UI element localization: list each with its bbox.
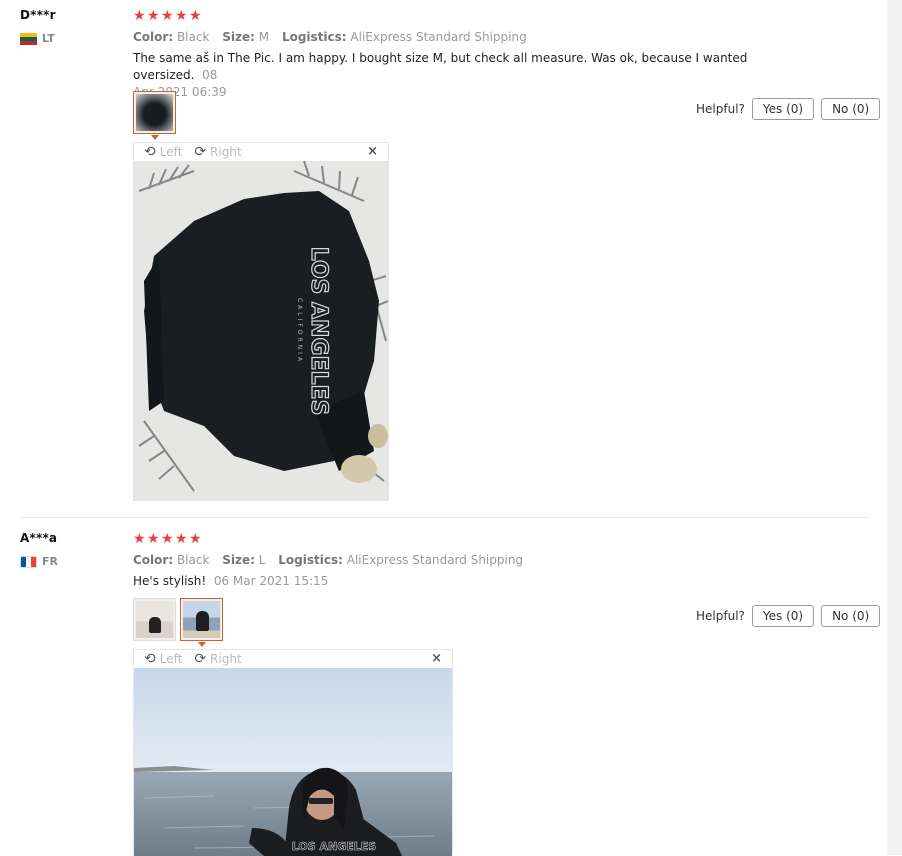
color-value: Black: [176, 30, 210, 44]
photo-thumbnails: [133, 598, 223, 647]
sku-info: Color: Black Size: L Logistics: AliExpre…: [133, 553, 523, 567]
color-label: Color:: [133, 553, 174, 567]
size-value: M: [258, 30, 270, 44]
size-value: L: [258, 553, 266, 567]
viewer-toolbar: ⟲ Left ⟳ Right ×: [134, 143, 388, 161]
star-icon: ★: [175, 8, 188, 24]
rotate-right-icon: ⟳: [194, 651, 207, 667]
star-icon: ★: [133, 531, 146, 547]
star-icon: ★: [161, 531, 174, 547]
photo-print-text: LOS ANGELES: [292, 840, 377, 853]
rotate-right-icon: ⟳: [194, 144, 207, 160]
helpful-yes-button[interactable]: Yes (0): [751, 98, 815, 120]
photo-print-subtext: CALIFORNIA: [296, 298, 303, 364]
star-rating: ★ ★ ★ ★ ★: [133, 532, 202, 546]
reviewer-name: D***r: [20, 8, 56, 22]
star-rating: ★ ★ ★ ★ ★: [133, 9, 202, 23]
review-content: He's stylish! 06 Mar 2021 15:15: [133, 573, 773, 590]
rotate-right-button[interactable]: ⟳ Right: [194, 652, 241, 666]
logistics-value: AliExpress Standard Shipping: [350, 30, 527, 44]
photo-viewer: ⟲ Left ⟳ Right ×: [133, 649, 453, 856]
review-body: The same aš in The Pic. I am happy. I bo…: [133, 51, 748, 82]
rotate-right-button[interactable]: ⟳ Right: [194, 145, 241, 159]
reviewer-country: FR: [20, 555, 58, 568]
helpful-no-button[interactable]: No (0): [821, 605, 881, 627]
rotate-left-button[interactable]: ⟲ Left: [144, 652, 182, 666]
viewer-toolbar: ⟲ Left ⟳ Right ×: [134, 650, 452, 668]
review-content: The same aš in The Pic. I am happy. I bo…: [133, 50, 773, 101]
photo-print-text: LOS ANGELES: [306, 247, 331, 416]
review-body: He's stylish!: [133, 574, 207, 588]
logistics-label: Logistics:: [278, 553, 343, 567]
photo-thumbnails: [133, 91, 176, 140]
photo-thumbnail[interactable]: [133, 91, 176, 140]
logistics-label: Logistics:: [281, 30, 347, 44]
photo-thumbnail[interactable]: [180, 598, 223, 647]
star-icon: ★: [147, 8, 160, 24]
review-date-day: 08: [202, 68, 218, 82]
review-divider: [20, 517, 870, 518]
flag-fr-icon: [20, 555, 37, 568]
rotate-left-icon: ⟲: [144, 144, 156, 160]
reviewer-name: A***a: [20, 531, 58, 545]
review-photo[interactable]: LOS ANGELES CALIFORNIA: [134, 161, 388, 500]
reviewer-country: LT: [20, 32, 55, 45]
logistics-value: AliExpress Standard Shipping: [346, 553, 524, 567]
reviews-page: D***r LT ★ ★ ★ ★ ★ Color: Black Size: M …: [0, 0, 887, 856]
helpful-label: Helpful?: [696, 102, 745, 116]
photo-thumbnail[interactable]: [133, 598, 176, 641]
helpful-yes-button[interactable]: Yes (0): [751, 605, 815, 627]
scrollbar-track[interactable]: [887, 0, 902, 855]
size-label: Size:: [222, 553, 255, 567]
close-icon[interactable]: ×: [367, 144, 378, 159]
star-icon: ★: [189, 531, 202, 547]
country-code: LT: [42, 32, 55, 45]
review-date: 06 Mar 2021 15:15: [213, 574, 329, 588]
size-label: Size:: [222, 30, 255, 44]
star-icon: ★: [133, 8, 146, 24]
flag-lt-icon: [20, 32, 37, 45]
sku-info: Color: Black Size: M Logistics: AliExpre…: [133, 30, 527, 44]
country-code: FR: [42, 555, 58, 568]
star-icon: ★: [175, 531, 188, 547]
star-icon: ★: [161, 8, 174, 24]
close-icon[interactable]: ×: [431, 651, 442, 666]
photo-viewer: ⟲ Left ⟳ Right ×: [133, 142, 389, 501]
color-value: Black: [176, 553, 210, 567]
star-icon: ★: [189, 8, 202, 24]
rotate-left-button[interactable]: ⟲ Left: [144, 145, 182, 159]
helpful-no-button[interactable]: No (0): [821, 98, 881, 120]
helpful-vote: Helpful? Yes (0) No (0): [696, 605, 881, 627]
star-icon: ★: [147, 531, 160, 547]
rotate-left-icon: ⟲: [144, 651, 156, 667]
color-label: Color:: [133, 30, 174, 44]
review-photo[interactable]: LOS ANGELES: [134, 668, 452, 856]
helpful-label: Helpful?: [696, 609, 745, 623]
helpful-vote: Helpful? Yes (0) No (0): [696, 98, 881, 120]
